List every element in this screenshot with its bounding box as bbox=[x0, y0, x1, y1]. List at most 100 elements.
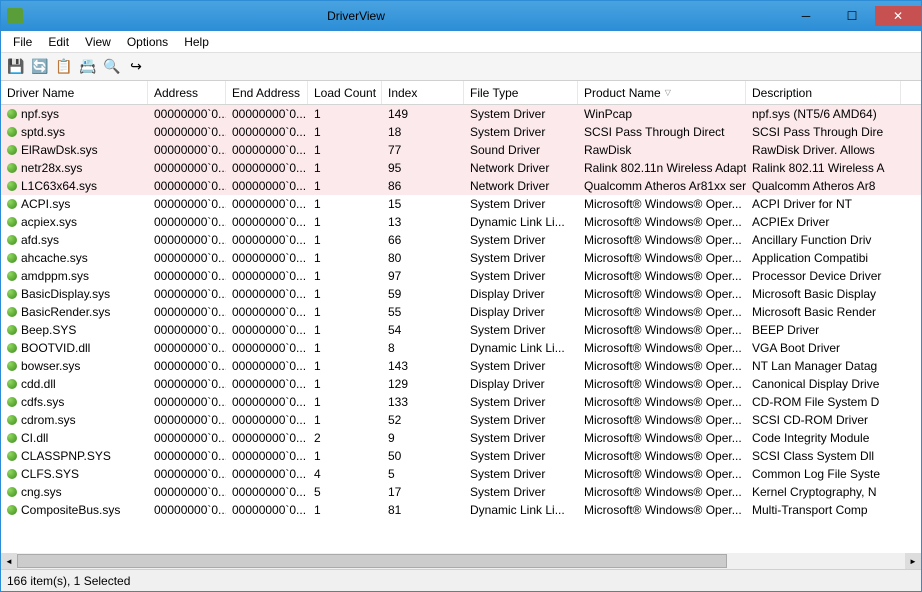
cell-desc: npf.sys (NT5/6 AMD64) bbox=[746, 106, 901, 122]
exit-icon[interactable]: ↪ bbox=[125, 56, 147, 78]
menu-options[interactable]: Options bbox=[119, 33, 176, 51]
menu-view[interactable]: View bbox=[77, 33, 119, 51]
cell-name: cdrom.sys bbox=[1, 412, 148, 428]
find-icon[interactable]: 🔍 bbox=[101, 56, 123, 78]
cell-desc: Qualcomm Atheros Ar8 bbox=[746, 178, 901, 194]
cell-endaddr: 00000000`0... bbox=[226, 304, 308, 320]
cell-load: 1 bbox=[308, 358, 382, 374]
column-header-index[interactable]: Index bbox=[382, 81, 464, 104]
maximize-button[interactable]: ☐ bbox=[829, 6, 875, 26]
cell-product: Microsoft® Windows® Oper... bbox=[578, 286, 746, 302]
cell-load: 2 bbox=[308, 430, 382, 446]
cell-addr: 00000000`0... bbox=[148, 412, 226, 428]
minimize-button[interactable]: ─ bbox=[783, 6, 829, 26]
cell-filetype: Display Driver bbox=[464, 376, 578, 392]
table-row[interactable]: BOOTVID.dll00000000`0...00000000`0...18D… bbox=[1, 339, 921, 357]
table-row[interactable]: ahcache.sys00000000`0...00000000`0...180… bbox=[1, 249, 921, 267]
sort-indicator-icon: ▽ bbox=[665, 88, 671, 97]
column-header-desc[interactable]: Description bbox=[746, 81, 901, 104]
table-row[interactable]: cng.sys00000000`0...00000000`0...517Syst… bbox=[1, 483, 921, 501]
table-row[interactable]: acpiex.sys00000000`0...00000000`0...113D… bbox=[1, 213, 921, 231]
scroll-left-button[interactable]: ◄ bbox=[1, 553, 17, 569]
cell-desc: ACPIEx Driver bbox=[746, 214, 901, 230]
column-header-filetype[interactable]: File Type bbox=[464, 81, 578, 104]
table-row[interactable]: ElRawDsk.sys00000000`0...00000000`0...17… bbox=[1, 141, 921, 159]
cell-load: 1 bbox=[308, 232, 382, 248]
table-row[interactable]: netr28x.sys00000000`0...00000000`0...195… bbox=[1, 159, 921, 177]
table-row[interactable]: cdd.dll00000000`0...00000000`0...1129Dis… bbox=[1, 375, 921, 393]
scroll-thumb[interactable] bbox=[17, 554, 727, 568]
cell-index: 149 bbox=[382, 106, 464, 122]
cell-endaddr: 00000000`0... bbox=[226, 268, 308, 284]
table-row[interactable]: sptd.sys00000000`0...00000000`0...118Sys… bbox=[1, 123, 921, 141]
cell-load: 1 bbox=[308, 376, 382, 392]
table-row[interactable]: cdfs.sys00000000`0...00000000`0...1133Sy… bbox=[1, 393, 921, 411]
table-body[interactable]: npf.sys00000000`0...00000000`0...1149Sys… bbox=[1, 105, 921, 553]
driver-status-icon bbox=[7, 235, 17, 245]
cell-endaddr: 00000000`0... bbox=[226, 376, 308, 392]
window-controls: ─ ☐ ✕ bbox=[783, 6, 921, 26]
table-row[interactable]: cdrom.sys00000000`0...00000000`0...152Sy… bbox=[1, 411, 921, 429]
table-row[interactable]: BasicRender.sys00000000`0...00000000`0..… bbox=[1, 303, 921, 321]
column-header-name[interactable]: Driver Name bbox=[1, 81, 148, 104]
find-icon: 🔍 bbox=[103, 58, 120, 75]
cell-endaddr: 00000000`0... bbox=[226, 178, 308, 194]
cell-desc: SCSI CD-ROM Driver bbox=[746, 412, 901, 428]
driver-status-icon bbox=[7, 109, 17, 119]
save-icon[interactable]: 💾 bbox=[5, 56, 27, 78]
column-header-load[interactable]: Load Count bbox=[308, 81, 382, 104]
table-row[interactable]: bowser.sys00000000`0...00000000`0...1143… bbox=[1, 357, 921, 375]
table-row[interactable]: CompositeBus.sys00000000`0...00000000`0.… bbox=[1, 501, 921, 519]
table-row[interactable]: ACPI.sys00000000`0...00000000`0...115Sys… bbox=[1, 195, 921, 213]
cell-name: CLASSPNP.SYS bbox=[1, 448, 148, 464]
cell-filetype: System Driver bbox=[464, 412, 578, 428]
cell-desc: Processor Device Driver bbox=[746, 268, 901, 284]
scroll-right-button[interactable]: ► bbox=[905, 553, 921, 569]
cell-endaddr: 00000000`0... bbox=[226, 250, 308, 266]
close-button[interactable]: ✕ bbox=[875, 6, 921, 26]
menu-help[interactable]: Help bbox=[176, 33, 217, 51]
column-header-addr[interactable]: Address bbox=[148, 81, 226, 104]
menu-edit[interactable]: Edit bbox=[40, 33, 77, 51]
status-text: 166 item(s), 1 Selected bbox=[7, 574, 130, 588]
table-row[interactable]: Beep.SYS00000000`0...00000000`0...154Sys… bbox=[1, 321, 921, 339]
cell-load: 1 bbox=[308, 106, 382, 122]
driver-status-icon bbox=[7, 325, 17, 335]
copy-icon[interactable]: 📋 bbox=[53, 56, 75, 78]
cell-desc: SCSI Class System Dll bbox=[746, 448, 901, 464]
cell-index: 77 bbox=[382, 142, 464, 158]
cell-endaddr: 00000000`0... bbox=[226, 466, 308, 482]
cell-name: cdfs.sys bbox=[1, 394, 148, 410]
cell-load: 1 bbox=[308, 394, 382, 410]
table-row[interactable]: BasicDisplay.sys00000000`0...00000000`0.… bbox=[1, 285, 921, 303]
cell-name: Beep.SYS bbox=[1, 322, 148, 338]
scroll-track[interactable] bbox=[17, 553, 905, 569]
cell-desc: Microsoft Basic Render bbox=[746, 304, 901, 320]
table-row[interactable]: npf.sys00000000`0...00000000`0...1149Sys… bbox=[1, 105, 921, 123]
driver-status-icon bbox=[7, 289, 17, 299]
cell-name: amdppm.sys bbox=[1, 268, 148, 284]
table-row[interactable]: afd.sys00000000`0...00000000`0...166Syst… bbox=[1, 231, 921, 249]
column-header-product[interactable]: Product Name▽ bbox=[578, 81, 746, 104]
cell-product: Microsoft® Windows® Oper... bbox=[578, 394, 746, 410]
menu-file[interactable]: File bbox=[5, 33, 40, 51]
cell-desc: Microsoft Basic Display bbox=[746, 286, 901, 302]
table-row[interactable]: L1C63x64.sys00000000`0...00000000`0...18… bbox=[1, 177, 921, 195]
cell-name: sptd.sys bbox=[1, 124, 148, 140]
cell-addr: 00000000`0... bbox=[148, 430, 226, 446]
table-row[interactable]: CI.dll00000000`0...00000000`0...29System… bbox=[1, 429, 921, 447]
driver-status-icon bbox=[7, 163, 17, 173]
table-row[interactable]: CLFS.SYS00000000`0...00000000`0...45Syst… bbox=[1, 465, 921, 483]
refresh-icon[interactable]: 🔄 bbox=[29, 56, 51, 78]
properties-icon[interactable]: 📇 bbox=[77, 56, 99, 78]
cell-addr: 00000000`0... bbox=[148, 340, 226, 356]
cell-name: BasicDisplay.sys bbox=[1, 286, 148, 302]
driver-status-icon bbox=[7, 361, 17, 371]
cell-desc: Common Log File Syste bbox=[746, 466, 901, 482]
table-row[interactable]: CLASSPNP.SYS00000000`0...00000000`0...15… bbox=[1, 447, 921, 465]
cell-load: 1 bbox=[308, 196, 382, 212]
column-header-endaddr[interactable]: End Address bbox=[226, 81, 308, 104]
driver-table: Driver NameAddressEnd AddressLoad CountI… bbox=[1, 81, 921, 569]
table-row[interactable]: amdppm.sys00000000`0...00000000`0...197S… bbox=[1, 267, 921, 285]
horizontal-scrollbar[interactable]: ◄ ► bbox=[1, 553, 921, 569]
